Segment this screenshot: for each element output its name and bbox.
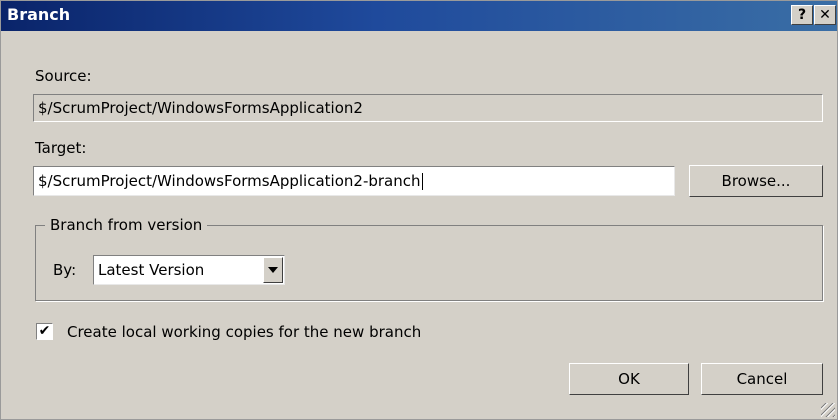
dialog-title: Branch (7, 5, 71, 24)
chevron-down-icon[interactable] (263, 257, 283, 283)
source-label: Source: (35, 67, 92, 85)
source-field[interactable]: $/ScrumProject/WindowsFormsApplication2 (33, 94, 823, 122)
target-label: Target: (35, 139, 87, 157)
branch-dialog: Branch ? ✕ Source: $/ScrumProject/Window… (0, 0, 838, 420)
version-dropdown-value: Latest Version (98, 261, 205, 279)
local-copies-checkbox[interactable]: ✔ (36, 323, 53, 340)
version-dropdown[interactable]: Latest Version (93, 255, 285, 285)
target-value: $/ScrumProject/WindowsFormsApplication2-… (38, 172, 421, 190)
close-button[interactable]: ✕ (814, 5, 836, 25)
target-field[interactable]: $/ScrumProject/WindowsFormsApplication2-… (33, 166, 675, 196)
by-label: By: (53, 261, 77, 279)
cancel-button[interactable]: Cancel (701, 363, 823, 395)
text-caret (421, 173, 423, 190)
ok-button[interactable]: OK (569, 363, 689, 395)
title-bar[interactable]: Branch ? ✕ (1, 1, 837, 31)
browse-button[interactable]: Browse... (689, 165, 823, 197)
local-copies-label[interactable]: Create local working copies for the new … (67, 323, 421, 341)
resize-grip-icon[interactable] (821, 403, 835, 417)
branch-from-version-label: Branch from version (45, 216, 208, 234)
help-button[interactable]: ? (791, 5, 813, 25)
